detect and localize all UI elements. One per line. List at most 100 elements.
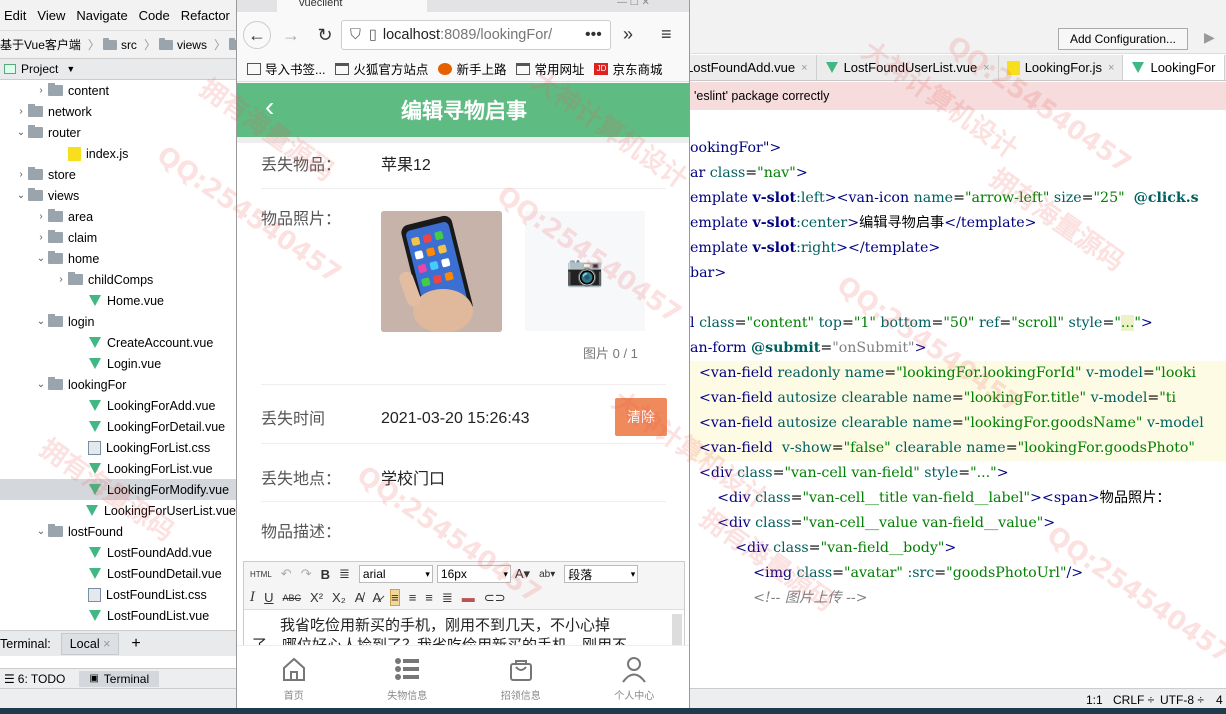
expand-arrow-icon[interactable]: › [14, 169, 28, 180]
editor-content[interactable]: 我省吃俭用新买的手机，刚用不到几天，不小心掉 了，哪位好心人捡到了？我省吃俭用新… [244, 610, 684, 645]
subscript-icon[interactable]: X₂ [332, 590, 346, 605]
tree-item[interactable]: LookingForUserList.vue [0, 500, 236, 521]
tree-item[interactable]: › store [0, 164, 236, 185]
breadcrumb-src[interactable]: src [102, 37, 137, 52]
menu-view[interactable]: View [37, 8, 65, 23]
align-left-icon[interactable]: ≡ [390, 589, 400, 606]
tree-item[interactable]: › childComps [0, 269, 236, 290]
chevron-down-icon[interactable]: ▼ [66, 64, 75, 74]
back-button[interactable]: ← [243, 21, 271, 49]
font-select[interactable]: arial [358, 565, 433, 583]
clear-button[interactable]: 清除 [615, 398, 667, 436]
expand-arrow-icon[interactable]: ⌄ [34, 316, 48, 327]
tree-item[interactable]: ⌄ home [0, 248, 236, 269]
link-icon[interactable]: ⊂⊃ [484, 590, 506, 606]
tree-item[interactable]: Home.vue [0, 290, 236, 311]
tree-item[interactable]: Login.vue [0, 353, 236, 374]
terminal-tool-tab[interactable]: ▣ Terminal [79, 670, 160, 687]
overflow-chevron-icon[interactable]: » [623, 24, 633, 45]
place-input[interactable]: 学校门口 [381, 465, 445, 489]
editor-tab[interactable]: LostFoundAdd.vue × [690, 55, 817, 80]
bookmark-import[interactable]: 导入书签... [247, 59, 325, 78]
expand-arrow-icon[interactable]: › [34, 232, 48, 243]
expand-arrow-icon[interactable]: ⌄ [34, 526, 48, 537]
clear-format-icon[interactable]: ≣ [339, 566, 350, 582]
time-input[interactable]: 2021-03-20 15:26:43 [381, 410, 530, 428]
editor-scrollbar[interactable] [672, 614, 682, 645]
browser-tab[interactable]: vueclient [277, 0, 427, 12]
project-panel-header[interactable]: Project ▼ [0, 58, 236, 80]
menu-icon[interactable]: ≡ [661, 24, 672, 45]
justify-icon[interactable]: ≣ [442, 590, 453, 606]
tree-item[interactable]: LookingForList.vue [0, 458, 236, 479]
breadcrumb-views[interactable]: views [158, 37, 207, 52]
bookmark-firefox[interactable]: 火狐官方站点 [335, 59, 428, 78]
tree-item[interactable]: LostFoundList.css [0, 584, 236, 605]
breadcrumb-lo[interactable]: lo [228, 37, 236, 52]
expand-arrow-icon[interactable]: › [34, 211, 48, 222]
line-separator[interactable]: CRLF ÷ [1113, 693, 1154, 707]
terminal-tab-local[interactable]: Local × [60, 632, 120, 655]
tree-item[interactable]: › claim [0, 227, 236, 248]
arrow-left-icon[interactable]: ‹ [265, 91, 274, 123]
bookmark-common[interactable]: 常用网址 [516, 59, 584, 78]
format-brush-icon[interactable]: A̷ [372, 590, 381, 605]
undo-icon[interactable]: ↶ [281, 566, 292, 582]
underline-icon[interactable]: U [264, 590, 273, 605]
tree-item[interactable]: › network [0, 101, 236, 122]
editor-tab[interactable]: LookingFor.js × [999, 55, 1124, 80]
font-color-icon[interactable]: A▾ [515, 566, 530, 582]
editor-tab[interactable]: LookingFor [1123, 55, 1225, 80]
reload-button[interactable]: ↻ [311, 21, 339, 49]
tree-item[interactable]: LostFoundDetail.vue [0, 563, 236, 584]
terminal-body[interactable] [0, 656, 236, 668]
highlight-icon[interactable]: ab▾ [539, 569, 555, 580]
menu-refactor[interactable]: Refactor [181, 8, 230, 23]
tree-item[interactable]: index.js [0, 143, 236, 164]
bold-icon[interactable]: B [321, 567, 330, 582]
goods-input[interactable]: 苹果12 [381, 151, 431, 175]
italic-icon[interactable]: I [250, 590, 255, 605]
tab-home[interactable]: 首页 [237, 646, 351, 708]
align-right-icon[interactable]: ≡ [425, 590, 433, 605]
close-icon[interactable]: × [801, 62, 807, 74]
cursor-position[interactable]: 1:1 [1086, 693, 1103, 707]
tree-item[interactable]: LostFoundList.vue [0, 605, 236, 624]
expand-arrow-icon[interactable]: › [34, 85, 48, 96]
photo-uploader[interactable]: 📷 [525, 211, 645, 331]
expand-arrow-icon[interactable]: ⌄ [34, 253, 48, 264]
expand-arrow-icon[interactable]: › [54, 274, 68, 285]
tree-item[interactable]: ⌄ lostFound [0, 521, 236, 542]
close-icon[interactable]: × [103, 637, 110, 651]
tree-item[interactable]: LookingForAdd.vue [0, 395, 236, 416]
editor-tab[interactable]: LostFoundUserList.vue × [817, 55, 999, 80]
forward-button[interactable]: → [277, 21, 305, 49]
add-terminal-button[interactable]: + [131, 635, 140, 653]
tree-item[interactable]: › area [0, 206, 236, 227]
tab-profile[interactable]: 个人中心 [578, 646, 690, 708]
superscript-icon[interactable]: X² [310, 590, 323, 605]
expand-arrow-icon[interactable]: ⌄ [14, 127, 28, 138]
strike-icon[interactable]: ABC [283, 593, 302, 603]
shield-icon[interactable]: ⛉ [350, 27, 361, 43]
page-actions-icon[interactable]: ••• [585, 26, 602, 44]
menu-edit[interactable]: Edit [4, 8, 26, 23]
size-select[interactable]: 16px [436, 565, 511, 583]
code-editor[interactable]: ookingFor"> ar class="nav"> emplate v-sl… [690, 110, 1226, 688]
menu-navigate[interactable]: Navigate [76, 8, 127, 23]
redo-icon[interactable]: ↷ [301, 566, 312, 582]
tree-item[interactable]: LookingForModify.vue [0, 479, 236, 500]
bookmark-jd[interactable]: JD 京东商城 [594, 59, 662, 78]
html-icon[interactable]: HTML [250, 570, 272, 579]
menu-code[interactable]: Code [139, 8, 170, 23]
run-icon[interactable]: ▶ [1204, 30, 1215, 46]
tab-found-info[interactable]: 招领信息 [464, 646, 578, 708]
tree-item[interactable]: ⌄ lookingFor [0, 374, 236, 395]
file-encoding[interactable]: UTF-8 ÷ [1160, 693, 1204, 707]
tree-item[interactable]: ⌄ login [0, 311, 236, 332]
breadcrumb-project[interactable]: 基于Vue客户端 [0, 36, 81, 53]
expand-arrow-icon[interactable]: ⌄ [34, 379, 48, 390]
todo-tab[interactable]: ☰ 6: TODO [4, 672, 65, 686]
tree-item[interactable]: ⌄ router [0, 122, 236, 143]
paragraph-select[interactable]: 段落 [564, 565, 639, 583]
